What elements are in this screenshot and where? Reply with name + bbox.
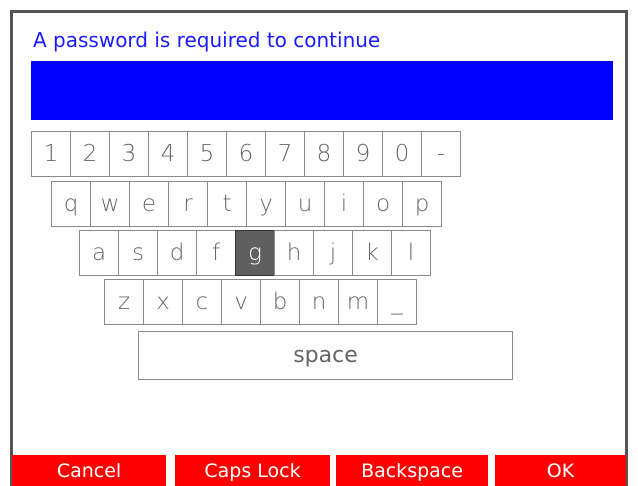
key-2[interactable]: 2 <box>70 131 110 177</box>
key-c[interactable]: c <box>182 279 222 325</box>
key-e[interactable]: e <box>129 181 169 227</box>
keyboard-row-asdf: asdfghjkl <box>79 230 431 276</box>
key-n[interactable]: n <box>299 279 339 325</box>
key-underscore[interactable]: _ <box>377 279 417 325</box>
key-y[interactable]: y <box>246 181 286 227</box>
key-r[interactable]: r <box>168 181 208 227</box>
key-1[interactable]: 1 <box>31 131 71 177</box>
key-g[interactable]: g <box>235 230 275 276</box>
key-q[interactable]: q <box>51 181 91 227</box>
key-l[interactable]: l <box>391 230 431 276</box>
key-t[interactable]: t <box>207 181 247 227</box>
caps-lock-button[interactable]: Caps Lock <box>175 455 330 486</box>
key-j[interactable]: j <box>313 230 353 276</box>
key-u[interactable]: u <box>285 181 325 227</box>
key-k[interactable]: k <box>352 230 392 276</box>
key-f[interactable]: f <box>196 230 236 276</box>
keyboard-row-digits: 1234567890- <box>31 131 461 177</box>
space-key[interactable]: space <box>138 331 513 380</box>
key-dash[interactable]: - <box>421 131 461 177</box>
backspace-button[interactable]: Backspace <box>336 455 488 486</box>
key-4[interactable]: 4 <box>148 131 188 177</box>
key-a[interactable]: a <box>79 230 119 276</box>
password-prompt: A password is required to continue <box>33 28 381 52</box>
key-o[interactable]: o <box>363 181 403 227</box>
key-z[interactable]: z <box>104 279 144 325</box>
key-x[interactable]: x <box>143 279 183 325</box>
password-field[interactable] <box>31 61 613 120</box>
key-b[interactable]: b <box>260 279 300 325</box>
key-d[interactable]: d <box>157 230 197 276</box>
key-i[interactable]: i <box>324 181 364 227</box>
key-8[interactable]: 8 <box>304 131 344 177</box>
key-s[interactable]: s <box>118 230 158 276</box>
keyboard-row-zxcv: z x c v b n m _ <box>104 279 417 325</box>
key-0[interactable]: 0 <box>382 131 422 177</box>
key-v[interactable]: v <box>221 279 261 325</box>
key-m[interactable]: m <box>338 279 378 325</box>
ok-button[interactable]: OK <box>495 455 626 486</box>
key-7[interactable]: 7 <box>265 131 305 177</box>
key-p[interactable]: p <box>402 181 442 227</box>
key-w[interactable]: w <box>90 181 130 227</box>
key-h[interactable]: h <box>274 230 314 276</box>
key-5[interactable]: 5 <box>187 131 227 177</box>
key-3[interactable]: 3 <box>109 131 149 177</box>
keyboard-row-qwerty: qwertyuiop <box>51 181 442 227</box>
cancel-button[interactable]: Cancel <box>12 455 166 486</box>
key-9[interactable]: 9 <box>343 131 383 177</box>
key-6[interactable]: 6 <box>226 131 266 177</box>
